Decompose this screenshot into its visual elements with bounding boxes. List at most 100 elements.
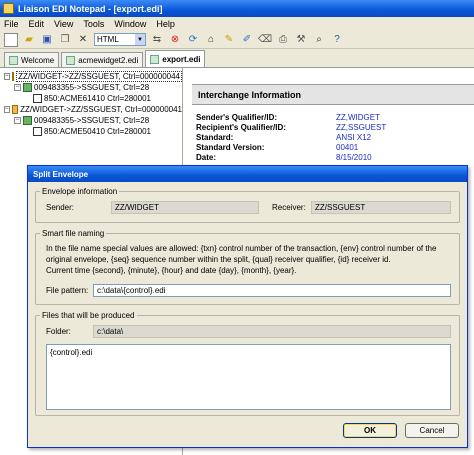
menu-bar: File Edit View Tools Window Help bbox=[0, 17, 474, 31]
save-icon[interactable]: ▣ bbox=[40, 33, 54, 47]
group-title: Smart file naming bbox=[40, 229, 107, 238]
tree-node-label: 850:ACME61410 Ctrl=280001 bbox=[44, 94, 151, 103]
folder-label: Folder: bbox=[46, 327, 71, 336]
envelope-icon bbox=[11, 72, 15, 81]
tab-welcome[interactable]: Welcome bbox=[4, 52, 60, 67]
copy-icon[interactable]: ❐ bbox=[58, 33, 72, 47]
naming-help-line: Current time {second}, {minute}, {hour} … bbox=[46, 266, 297, 275]
menu-window[interactable]: Window bbox=[114, 19, 146, 29]
menu-tools[interactable]: Tools bbox=[83, 19, 104, 29]
detail-key: Date: bbox=[196, 153, 217, 162]
detail-value: ANSI X12 bbox=[336, 133, 372, 142]
tab-acmewidget2[interactable]: acmewidget2.edi bbox=[61, 52, 144, 67]
cut-icon[interactable]: ✕ bbox=[76, 33, 90, 47]
folder-field: c:\data\ bbox=[93, 325, 451, 338]
format-select[interactable]: HTML ▼ bbox=[94, 33, 146, 46]
menu-edit[interactable]: Edit bbox=[29, 19, 45, 29]
file-tab-icon bbox=[150, 54, 160, 64]
detail-row: Date: 8/15/2010 bbox=[196, 153, 474, 163]
detail-key: Recipient's Qualifier/ID: bbox=[196, 123, 286, 132]
detail-key: Standard Version: bbox=[196, 143, 265, 152]
document-icon bbox=[33, 94, 42, 103]
detail-row: Sender's Qualifier/ID: ZZ,WIDGET bbox=[196, 113, 474, 123]
tree-node-label: ZZ/WIDGET->ZZ/SSGUEST, Ctrl=000000041 bbox=[20, 105, 182, 114]
produced-files-group: Files that will be produced Folder: c:\d… bbox=[35, 311, 460, 416]
home-icon[interactable]: ⌂ bbox=[204, 33, 218, 47]
sender-field: ZZ/WIDGET bbox=[111, 201, 259, 214]
tab-label: Welcome bbox=[21, 55, 55, 65]
tree-node-label: 009483355->SSGUEST, Ctrl=28 bbox=[34, 116, 150, 125]
tree-node-group[interactable]: − 009483355->SSGUEST, Ctrl=28 bbox=[0, 82, 182, 93]
tree-node-label: 009483355->SSGUEST, Ctrl=28 bbox=[34, 83, 150, 92]
menu-help[interactable]: Help bbox=[156, 19, 175, 29]
tree-node-interchange[interactable]: − ZZ/WIDGET->ZZ/SSGUEST, Ctrl=000000044 bbox=[0, 71, 182, 82]
file-tab-icon bbox=[66, 55, 76, 65]
sender-label: Sender: bbox=[46, 203, 75, 212]
receiver-label: Receiver: bbox=[272, 203, 306, 212]
format-select-value: HTML bbox=[97, 35, 119, 44]
tools-icon[interactable]: ⚒ bbox=[294, 33, 308, 47]
zoom-icon[interactable]: ⌕ bbox=[312, 33, 326, 47]
group-icon bbox=[23, 83, 32, 92]
tree-node-transaction[interactable]: 850:ACME50410 Ctrl=280001 bbox=[0, 126, 182, 137]
edit-icon[interactable]: ✐ bbox=[240, 33, 254, 47]
detail-key: Standard: bbox=[196, 133, 234, 142]
stop-icon[interactable]: ⊗ bbox=[168, 33, 182, 47]
tab-export[interactable]: export.edi bbox=[145, 50, 206, 67]
detail-value: ZZ,WIDGET bbox=[336, 113, 380, 122]
envelope-info-group: Envelope information Sender: ZZ/WIDGET R… bbox=[35, 187, 460, 223]
chevron-down-icon: ▼ bbox=[135, 34, 145, 45]
menu-view[interactable]: View bbox=[54, 19, 73, 29]
detail-value: 00401 bbox=[336, 143, 359, 152]
smart-naming-group: Smart file naming In the file name speci… bbox=[35, 229, 460, 305]
title-bar: Liaison EDI Notepad - [export.edi] bbox=[0, 0, 474, 17]
detail-row: Standard Version: 00401 bbox=[196, 143, 474, 153]
detail-row: Standard: ANSI X12 bbox=[196, 133, 474, 143]
menu-file[interactable]: File bbox=[4, 19, 19, 29]
app-icon bbox=[3, 3, 14, 14]
receiver-field: ZZ/SSGUEST bbox=[311, 201, 451, 214]
new-icon[interactable] bbox=[4, 32, 18, 47]
help-icon[interactable]: ? bbox=[330, 33, 344, 47]
detail-value: 8/15/2010 bbox=[336, 153, 372, 162]
detail-header: Interchange Information bbox=[192, 84, 474, 105]
tree-node-group[interactable]: − 009483355->SSGUEST, Ctrl=28 bbox=[0, 115, 182, 126]
detail-key: Sender's Qualifier/ID: bbox=[196, 113, 278, 122]
toolbar: ▰ ▣ ❐ ✕ HTML ▼ ⇆ ⊗ ⟳ ⌂ ✎ ✐ ⌫ ⎙ ⚒ ⌕ ? bbox=[0, 31, 474, 49]
tree-node-transaction[interactable]: 850:ACME61410 Ctrl=280001 bbox=[0, 93, 182, 104]
tab-label: export.edi bbox=[162, 54, 201, 64]
delete-icon[interactable]: ⌫ bbox=[258, 33, 272, 47]
file-pattern-input[interactable]: c:\data\{control}.edi bbox=[93, 284, 451, 297]
document-icon bbox=[33, 127, 42, 136]
group-icon bbox=[23, 116, 32, 125]
collapse-icon[interactable]: − bbox=[4, 106, 10, 113]
format-icon[interactable]: ⇆ bbox=[150, 33, 164, 47]
print-icon[interactable]: ⎙ bbox=[276, 33, 290, 47]
split-envelope-dialog: Split Envelope Envelope information Send… bbox=[27, 165, 468, 448]
refresh-icon[interactable]: ⟳ bbox=[186, 33, 200, 47]
dialog-title: Split Envelope bbox=[28, 166, 467, 182]
open-icon[interactable]: ▰ bbox=[22, 33, 36, 47]
tree-node-interchange[interactable]: − ZZ/WIDGET->ZZ/SSGUEST, Ctrl=000000041 bbox=[0, 104, 182, 115]
welcome-tab-icon bbox=[9, 55, 18, 65]
cancel-button[interactable]: Cancel bbox=[405, 423, 459, 438]
detail-row: Recipient's Qualifier/ID: ZZ,SSGUEST bbox=[196, 123, 474, 133]
collapse-icon[interactable]: − bbox=[14, 84, 21, 91]
pencil-icon[interactable]: ✎ bbox=[222, 33, 236, 47]
document-tabs: Welcome acmewidget2.edi export.edi bbox=[0, 50, 474, 68]
tab-label: acmewidget2.edi bbox=[78, 55, 139, 65]
collapse-icon[interactable]: − bbox=[14, 117, 21, 124]
detail-value: ZZ,SSGUEST bbox=[336, 123, 387, 132]
naming-help-line: In the file name special values are allo… bbox=[46, 244, 437, 253]
group-title: Envelope information bbox=[40, 187, 120, 196]
envelope-icon bbox=[11, 105, 19, 114]
group-title: Files that will be produced bbox=[40, 311, 137, 320]
ok-button[interactable]: OK bbox=[343, 423, 397, 438]
naming-help-line: original envelope, {seq} sequence number… bbox=[46, 255, 391, 264]
tree-node-label: ZZ/WIDGET->ZZ/SSGUEST, Ctrl=000000044 bbox=[16, 71, 182, 82]
file-pattern-label: File pattern: bbox=[46, 286, 89, 295]
tree-node-label: 850:ACME50410 Ctrl=280001 bbox=[44, 127, 151, 136]
produced-files-list[interactable]: {control}.edi bbox=[46, 344, 451, 410]
window-title: Liaison EDI Notepad - [export.edi] bbox=[18, 3, 163, 14]
collapse-icon[interactable]: − bbox=[4, 73, 10, 80]
